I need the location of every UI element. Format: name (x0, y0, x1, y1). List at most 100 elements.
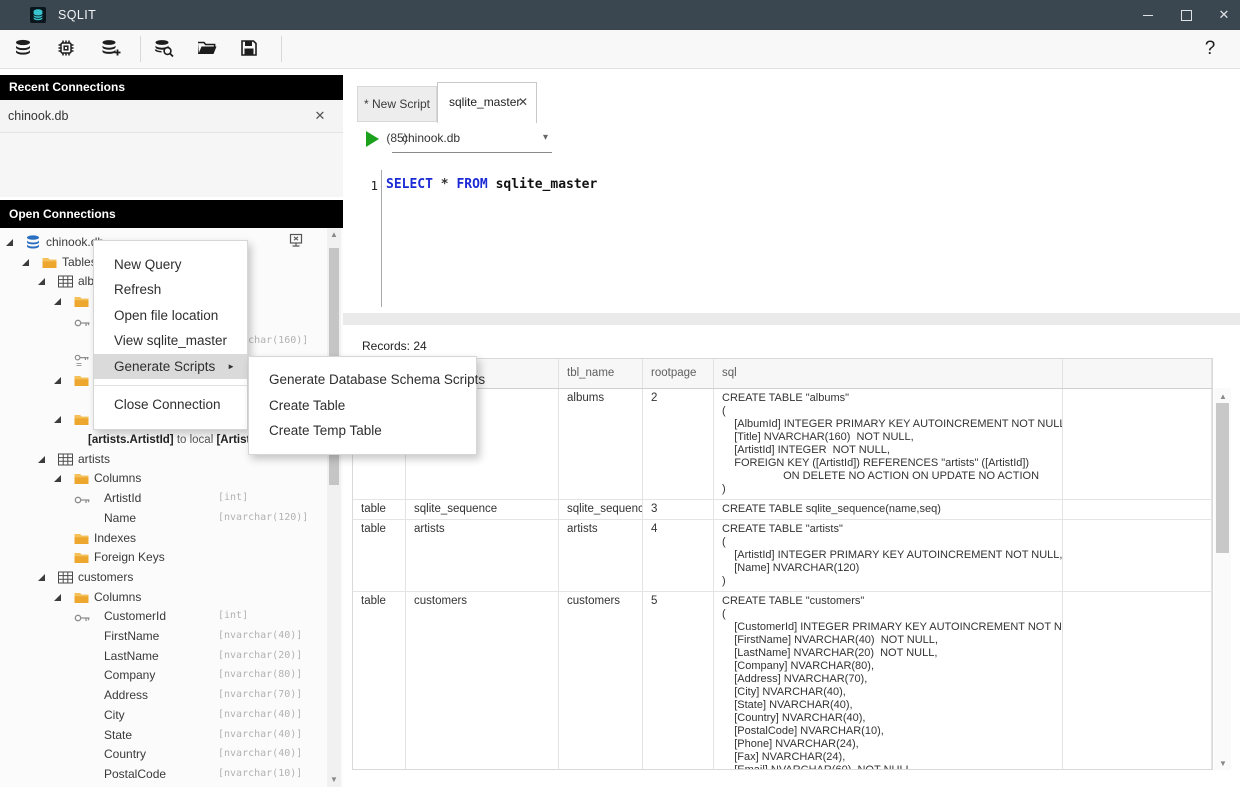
table-row[interactable]: tablecustomerscustomers5CREATE TABLE "cu… (353, 592, 1212, 769)
cell-rootpage[interactable]: 5 (643, 592, 714, 769)
add-database-icon[interactable] (100, 38, 124, 62)
expander-icon[interactable] (54, 377, 61, 384)
connection-select-value: chinook.db (402, 131, 460, 145)
column-header-blank[interactable] (1063, 359, 1212, 388)
cell-type[interactable]: table (353, 520, 406, 591)
cell-sql[interactable]: CREATE TABLE sqlite_sequence(name,seq) (714, 500, 1063, 519)
grid-scrollbar[interactable]: ▲ ▼ (1214, 388, 1231, 770)
cell-sql[interactable]: CREATE TABLE "customers" ( [CustomerId] … (714, 592, 1063, 769)
chip-icon[interactable] (56, 38, 80, 62)
scroll-up-icon[interactable]: ▲ (1216, 390, 1230, 404)
cell-tbl_name[interactable]: customers (559, 592, 643, 769)
cell-blank[interactable] (1063, 592, 1212, 769)
tree-row[interactable]: State[nvarchar(40)] (0, 725, 328, 745)
help-button[interactable]: ? (1198, 36, 1222, 62)
column-header-sql[interactable]: sql (714, 359, 1063, 388)
tree-row[interactable]: LastName[nvarchar(20)] (0, 646, 328, 666)
tree-row[interactable]: PostalCode[nvarchar(10)] (0, 764, 328, 784)
expander-icon[interactable] (54, 416, 61, 423)
column-header-tbl_name[interactable]: tbl_name (559, 359, 643, 388)
menu-item-view-sqlite-master[interactable]: View sqlite_master (94, 328, 247, 353)
cell-sql[interactable]: CREATE TABLE "artists" ( [ArtistId] INTE… (714, 520, 1063, 591)
open-folder-icon[interactable] (196, 38, 220, 62)
search-database-icon[interactable] (153, 38, 177, 62)
submenu-item-create-table[interactable]: Create Table (249, 393, 476, 419)
expander-icon[interactable] (54, 594, 61, 601)
cell-tbl_name[interactable]: artists (559, 520, 643, 591)
remove-recent-icon[interactable]: ✕ (310, 100, 330, 132)
tree-row[interactable]: Name[nvarchar(120)] (0, 508, 328, 528)
tree-row[interactable]: Columns (0, 468, 328, 488)
tab-sqlite-master[interactable]: sqlite_master ✕ (437, 82, 537, 123)
save-icon[interactable] (239, 38, 263, 62)
tab-new-script[interactable]: * New Script (85) (357, 86, 437, 122)
editor-gutter-divider (381, 170, 382, 307)
minimize-button[interactable] (1131, 0, 1165, 30)
cell-rootpage[interactable]: 2 (643, 389, 714, 499)
tree-row[interactable]: Address[nvarchar(70)] (0, 685, 328, 705)
cell-rootpage[interactable]: 3 (643, 500, 714, 519)
tree-row[interactable]: Columns (0, 587, 328, 607)
menu-item-new-query[interactable]: New Query (94, 252, 247, 277)
cell-type[interactable]: table (353, 592, 406, 769)
submenu-item-create-temp-table[interactable]: Create Temp Table (249, 418, 476, 444)
toolbar-separator (140, 36, 141, 62)
close-tab-icon[interactable]: ✕ (518, 83, 528, 122)
expander-icon[interactable] (6, 239, 13, 246)
cell-tbl_name[interactable]: sqlite_sequence (559, 500, 643, 519)
database-icon[interactable] (13, 38, 37, 62)
tree-row[interactable]: City[nvarchar(40)] (0, 705, 328, 725)
tree-row[interactable]: customers (0, 567, 328, 587)
expander-icon[interactable] (54, 298, 61, 305)
column-type-label: [int] (218, 488, 248, 508)
table-row[interactable]: tableartistsartists4CREATE TABLE "artist… (353, 520, 1212, 592)
menu-item-refresh[interactable]: Refresh (94, 277, 247, 302)
cell-tbl_name[interactable]: albums (559, 389, 643, 499)
recent-connection-label: chinook.db (8, 100, 68, 132)
cell-rootpage[interactable]: 4 (643, 520, 714, 591)
editor-horizontal-scrollbar[interactable] (343, 313, 1240, 325)
run-query-button[interactable] (366, 131, 379, 147)
expander-icon[interactable] (38, 456, 45, 463)
close-window-button[interactable]: ✕ (1207, 0, 1240, 30)
expander-icon[interactable] (38, 574, 45, 581)
tree-scrollbar[interactable]: ▲ ▼ (327, 228, 341, 787)
recent-connections-list: chinook.db ✕ (0, 100, 343, 197)
tree-row[interactable]: FirstName[nvarchar(40)] (0, 626, 328, 646)
tree-row[interactable]: Company[nvarchar(80)] (0, 665, 328, 685)
menu-item-generate-scripts[interactable]: Generate Scripts► (94, 354, 247, 379)
table-row[interactable]: tablealbumsalbums2CREATE TABLE "albums" … (353, 389, 1212, 500)
tree-row[interactable]: Foreign Keys (0, 547, 328, 567)
tree-row[interactable]: Country[nvarchar(40)] (0, 744, 328, 764)
connection-select[interactable]: chinook.db ▾ (392, 128, 552, 153)
tree-item-label: Name (104, 508, 136, 528)
cell-sql[interactable]: CREATE TABLE "albums" ( [AlbumId] INTEGE… (714, 389, 1063, 499)
tree-row[interactable]: ArtistId[int] (0, 488, 328, 508)
expander-icon[interactable] (22, 259, 29, 266)
column-header-rootpage[interactable]: rootpage (643, 359, 714, 388)
scroll-down-icon[interactable]: ▼ (327, 773, 341, 787)
tree-row[interactable]: Indexes (0, 528, 328, 548)
cell-type[interactable]: table (353, 500, 406, 519)
grid-scrollbar-thumb[interactable] (1216, 403, 1229, 553)
expander-icon[interactable] (54, 475, 61, 482)
cell-name[interactable]: customers (406, 592, 559, 769)
cell-name[interactable]: artists (406, 520, 559, 591)
disconnect-icon[interactable] (288, 233, 304, 249)
cell-blank[interactable] (1063, 520, 1212, 591)
menu-item-close-connection[interactable]: Close Connection (94, 392, 247, 417)
submenu-item-generate-database-schema-scripts[interactable]: Generate Database Schema Scripts (249, 367, 476, 393)
recent-connection-item[interactable]: chinook.db ✕ (0, 100, 343, 133)
cell-blank[interactable] (1063, 500, 1212, 519)
maximize-button[interactable] (1169, 0, 1203, 30)
tree-row[interactable]: CustomerId[int] (0, 606, 328, 626)
cell-name[interactable]: sqlite_sequence (406, 500, 559, 519)
scroll-up-icon[interactable]: ▲ (327, 228, 341, 242)
cell-blank[interactable] (1063, 389, 1212, 499)
expander-icon[interactable] (38, 278, 45, 285)
scroll-down-icon[interactable]: ▼ (1216, 757, 1230, 771)
sql-editor-line[interactable]: SELECT * FROM sqlite_master (386, 177, 597, 192)
menu-item-open-file-location[interactable]: Open file location (94, 303, 247, 328)
submenu-arrow-icon: ► (227, 354, 235, 379)
table-row[interactable]: tablesqlite_sequencesqlite_sequence3CREA… (353, 500, 1212, 520)
